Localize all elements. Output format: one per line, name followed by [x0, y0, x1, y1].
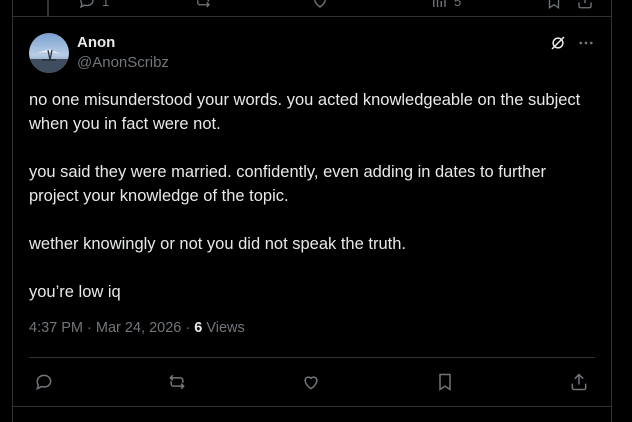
post-bottom-divider [12, 406, 612, 407]
reply-button[interactable] [34, 372, 54, 392]
like-icon [314, 0, 326, 8]
repost-icon [169, 374, 185, 390]
more-button[interactable] [577, 34, 595, 52]
share-icon [578, 0, 592, 9]
views-count: 6 [194, 320, 203, 336]
previous-bookmark-button[interactable] [545, 0, 563, 10]
meta-divider [29, 357, 595, 358]
grok-button[interactable] [549, 34, 567, 52]
previous-views-count: 5 [454, 0, 462, 9]
previous-views-button[interactable]: 5 [430, 0, 461, 10]
timeline-right-border [611, 0, 612, 422]
repost-button[interactable] [167, 372, 187, 392]
grok-icon [551, 36, 565, 50]
timeline-left-border [12, 0, 13, 422]
like-icon [304, 376, 318, 390]
previous-like-button[interactable] [311, 0, 329, 10]
post-divider [12, 16, 612, 17]
share-button[interactable] [569, 372, 589, 392]
post-time[interactable]: 4:37 PM [29, 320, 83, 336]
like-button[interactable] [301, 372, 321, 392]
post-text: no one misunderstood your words. you act… [29, 88, 599, 328]
author-name[interactable]: Anon [77, 34, 115, 51]
previous-post-action-bar: 1 5 [0, 0, 632, 10]
post-paragraph: wether knowingly or not you did not spea… [29, 235, 406, 253]
post-paragraph: no one misunderstood your words. you act… [29, 91, 581, 133]
bookmark-icon [439, 373, 451, 391]
post-meta: 4:37 PM · Mar 24, 2026 · 6 Views [29, 320, 245, 336]
reply-icon [36, 374, 52, 391]
views-label: Views [206, 320, 245, 336]
bookmark-button[interactable] [435, 372, 455, 392]
previous-share-button[interactable] [576, 0, 594, 10]
reply-icon [79, 0, 94, 9]
post-paragraph: you said they were married. confidently,… [29, 163, 546, 205]
share-icon [571, 373, 587, 391]
meta-separator: · [185, 320, 195, 336]
post-paragraph: you’re low iq [29, 283, 121, 301]
previous-reply-count: 1 [102, 0, 110, 9]
bookmark-icon [548, 0, 560, 10]
previous-repost-button[interactable] [194, 0, 212, 10]
avatar-image [29, 33, 69, 73]
avatar[interactable] [29, 33, 69, 73]
previous-reply-button[interactable]: 1 [78, 0, 109, 10]
meta-separator: · [87, 320, 96, 336]
more-icon [579, 41, 593, 45]
repost-icon [197, 0, 210, 8]
post-date[interactable]: Mar 24, 2026 [96, 320, 181, 336]
views-icon [433, 0, 446, 7]
author-handle[interactable]: @AnonScribz [77, 54, 169, 71]
